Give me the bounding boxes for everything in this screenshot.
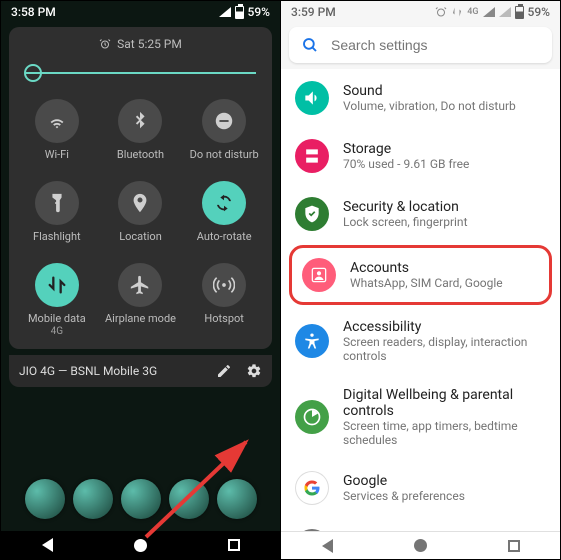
autorotate-icon bbox=[202, 181, 246, 225]
item-title: Google bbox=[343, 473, 465, 489]
search-input[interactable] bbox=[331, 37, 540, 53]
tile-label: Wi-Fi bbox=[45, 149, 69, 161]
status-bar: 3:59 PM 4G 59% bbox=[281, 1, 560, 21]
item-subtitle: Lock screen, fingerprint bbox=[343, 215, 468, 229]
tile-label: Airplane mode bbox=[105, 313, 176, 325]
location-icon bbox=[118, 181, 162, 225]
tile-location[interactable]: Location bbox=[101, 173, 181, 249]
item-title: Storage bbox=[343, 141, 469, 157]
alarm-icon bbox=[99, 38, 111, 50]
home-button[interactable] bbox=[414, 539, 427, 552]
status-time: 3:59 PM bbox=[291, 5, 336, 19]
sound-icon bbox=[295, 81, 329, 115]
home-button[interactable] bbox=[134, 539, 147, 552]
airplane-icon bbox=[118, 263, 162, 307]
signal-label: 4G bbox=[467, 7, 478, 17]
recents-button[interactable] bbox=[508, 540, 520, 552]
item-title: Security & location bbox=[343, 199, 468, 215]
dock-app[interactable] bbox=[25, 479, 65, 519]
battery-percent: 59% bbox=[528, 5, 550, 19]
item-title: Accessibility bbox=[343, 319, 546, 335]
settings-item-wellbeing[interactable]: Digital Wellbeing & parental controlsScr… bbox=[281, 375, 560, 459]
item-subtitle: Screen readers, display, interaction con… bbox=[343, 335, 546, 363]
carrier-label: JIO 4G — BSNL Mobile 3G bbox=[19, 364, 157, 378]
dnd-icon bbox=[202, 99, 246, 143]
wellbeing-icon bbox=[295, 400, 329, 434]
tile-label: Location bbox=[119, 231, 162, 243]
settings-item-google[interactable]: GoogleServices & preferences bbox=[281, 459, 560, 517]
tile-label: Auto-rotate bbox=[197, 231, 252, 243]
dock-app[interactable] bbox=[217, 479, 257, 519]
tile-autorotate[interactable]: Auto-rotate bbox=[184, 173, 264, 249]
status-time: 3:58 PM bbox=[11, 5, 56, 19]
accessibility-icon bbox=[295, 324, 329, 358]
brightness-slider[interactable] bbox=[17, 61, 264, 85]
flashlight-icon bbox=[35, 181, 79, 225]
settings-item-security[interactable]: Security & locationLock screen, fingerpr… bbox=[281, 185, 560, 243]
item-title: Sound bbox=[343, 83, 516, 99]
tile-bluetooth[interactable]: Bluetooth bbox=[101, 91, 181, 167]
tile-airplane[interactable]: Airplane mode bbox=[101, 255, 181, 343]
tile-mobiledata[interactable]: Mobile data4G bbox=[17, 255, 97, 343]
dock-app[interactable] bbox=[121, 479, 161, 519]
settings-item-accounts[interactable]: AccountsWhatsApp, SIM Card, Google bbox=[292, 248, 549, 302]
search-icon bbox=[301, 36, 319, 54]
item-subtitle: WhatsApp, SIM Card, Google bbox=[350, 276, 503, 290]
nav-bar bbox=[1, 531, 280, 559]
storage-icon bbox=[295, 139, 329, 173]
tile-label: Mobile data4G bbox=[28, 313, 86, 337]
battery-percent: 59% bbox=[248, 5, 270, 19]
settings-icon[interactable] bbox=[246, 363, 262, 379]
wifi-icon bbox=[35, 99, 79, 143]
item-subtitle: Screen time, app timers, bedtime schedul… bbox=[343, 419, 546, 447]
dock-app[interactable] bbox=[169, 479, 209, 519]
highlight-accounts: AccountsWhatsApp, SIM Card, Google bbox=[289, 245, 552, 305]
battery-icon bbox=[515, 6, 524, 19]
hotspot-icon bbox=[202, 263, 246, 307]
quick-settings-panel: Sat 5:25 PM Wi-Fi Bluetooth Do not disturb… bbox=[9, 27, 272, 349]
accounts-icon bbox=[302, 258, 336, 292]
item-subtitle: Volume, vibration, Do not disturb bbox=[343, 99, 516, 113]
tile-label: Flashlight bbox=[33, 231, 81, 243]
settings-list: SoundVolume, vibration, Do not disturbSt… bbox=[281, 69, 560, 559]
settings-screen: 3:59 PM 4G 59% SoundVolume, vibration, D… bbox=[281, 1, 560, 559]
settings-item-sound[interactable]: SoundVolume, vibration, Do not disturb bbox=[281, 69, 560, 127]
settings-item-accessibility[interactable]: AccessibilityScreen readers, display, in… bbox=[281, 307, 560, 375]
item-title: Accounts bbox=[350, 260, 503, 276]
mobiledata-icon bbox=[35, 263, 79, 307]
signal-icon bbox=[219, 7, 231, 17]
tile-wifi[interactable]: Wi-Fi bbox=[17, 91, 97, 167]
tile-label: Hotspot bbox=[204, 313, 243, 325]
recents-button[interactable] bbox=[228, 539, 240, 551]
data-icon bbox=[451, 6, 463, 18]
quick-settings-screen: 3:58 PM 59% Sat 5:25 PM Wi-Fi Bluetooth Do… bbox=[1, 1, 280, 559]
edit-icon[interactable] bbox=[216, 363, 232, 379]
bluetooth-icon bbox=[118, 99, 162, 143]
item-subtitle: Services & preferences bbox=[343, 489, 465, 503]
tile-hotspot[interactable]: Hotspot bbox=[184, 255, 264, 343]
panel-date: Sat 5:25 PM bbox=[117, 37, 182, 51]
alarm-icon bbox=[435, 6, 447, 18]
tile-label: Bluetooth bbox=[117, 149, 164, 161]
item-title: Digital Wellbeing & parental controls bbox=[343, 387, 546, 419]
tile-dnd[interactable]: Do not disturb bbox=[184, 91, 264, 167]
google-icon bbox=[295, 471, 329, 505]
status-bar: 3:58 PM 59% bbox=[1, 1, 280, 21]
search-bar[interactable] bbox=[289, 27, 552, 63]
panel-footer: JIO 4G — BSNL Mobile 3G bbox=[9, 355, 272, 387]
back-button[interactable] bbox=[42, 538, 53, 552]
nav-bar bbox=[281, 531, 560, 559]
tile-label: Do not disturb bbox=[190, 149, 259, 161]
signal-icon bbox=[499, 7, 511, 17]
security-icon bbox=[295, 197, 329, 231]
tile-flashlight[interactable]: Flashlight bbox=[17, 173, 97, 249]
dock-app[interactable] bbox=[73, 479, 113, 519]
battery-icon bbox=[235, 6, 244, 19]
item-subtitle: 70% used - 9.61 GB free bbox=[343, 157, 469, 171]
back-button[interactable] bbox=[322, 539, 333, 553]
settings-item-storage[interactable]: Storage70% used - 9.61 GB free bbox=[281, 127, 560, 185]
signal-icon bbox=[483, 7, 495, 17]
home-dock bbox=[1, 479, 280, 531]
brightness-icon bbox=[24, 64, 42, 82]
